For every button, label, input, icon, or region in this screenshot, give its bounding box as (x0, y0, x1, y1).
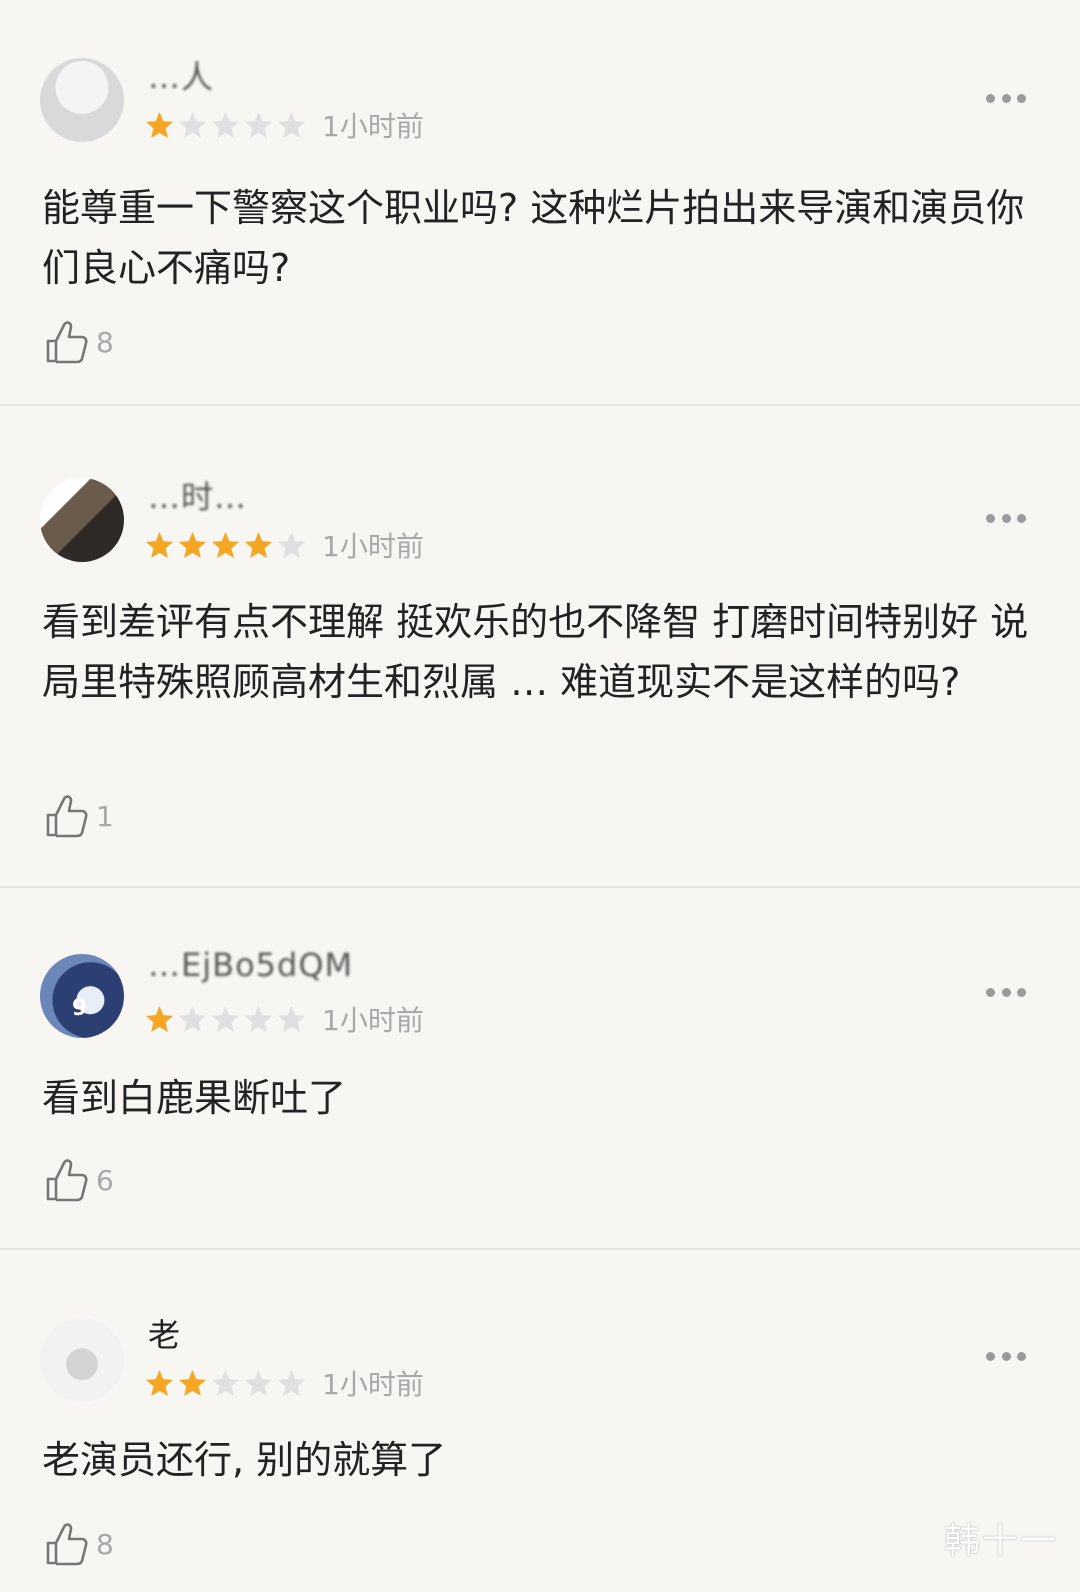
star-empty-icon (244, 1005, 273, 1033)
star-filled-icon (178, 1369, 207, 1397)
more-options-icon[interactable] (986, 986, 1026, 998)
more-options-icon[interactable] (986, 92, 1026, 104)
star-rating (144, 110, 307, 144)
star-empty-icon (211, 1369, 240, 1397)
like-button[interactable]: 6 (44, 1156, 114, 1204)
review-card: …时… 1小时前 看到差评有点不理解 挺欢乐的也不降智 打磨时间特别好 说局里特… (0, 406, 1080, 888)
review-content: 看到差评有点不理解 挺欢乐的也不降智 打磨时间特别好 说局里特殊照顾高材生和烈属… (42, 600, 1029, 704)
star-rating (144, 530, 307, 564)
star-empty-icon (244, 111, 273, 139)
star-empty-icon (211, 111, 240, 139)
star-empty-icon (277, 531, 306, 559)
star-empty-icon (178, 1005, 207, 1033)
star-filled-icon (145, 531, 174, 559)
like-button[interactable]: 8 (44, 318, 114, 366)
like-count: 8 (96, 325, 114, 359)
avatar[interactable]: 9 (40, 954, 124, 1038)
username[interactable]: …人 (148, 52, 214, 98)
star-empty-icon (244, 1369, 273, 1397)
review-content: 能尊重一下警察这个职业吗? 这种烂片拍出来导演和演员你们良心不痛吗? (42, 186, 1025, 290)
star-filled-icon (145, 1369, 174, 1397)
thumbs-up-icon (46, 795, 88, 838)
star-filled-icon (244, 531, 273, 559)
star-empty-icon (178, 111, 207, 139)
review-card: …人 1小时前 能尊重一下警察这个职业吗? 这种烂片拍出来导演和演员你们良心不痛… (0, 0, 1080, 406)
review-content: 看到白鹿果断吐了 (42, 1076, 347, 1120)
star-rating (144, 1004, 307, 1038)
star-empty-icon (277, 1369, 306, 1397)
like-count: 6 (96, 1163, 114, 1197)
timestamp: 1小时前 (322, 110, 424, 143)
star-rating (144, 1368, 307, 1402)
username[interactable]: 老 (148, 1310, 181, 1356)
avatar[interactable] (40, 58, 124, 142)
like-count: 8 (96, 1527, 114, 1561)
more-options-icon[interactable] (986, 512, 1026, 524)
username[interactable]: …时… (148, 472, 247, 518)
star-filled-icon (145, 111, 174, 139)
watermark: 韩十一 (943, 1521, 1058, 1562)
avatar[interactable] (40, 478, 124, 562)
avatar[interactable] (40, 1318, 124, 1402)
thumbs-up-icon (46, 321, 88, 364)
star-filled-icon (178, 531, 207, 559)
review-card: 9 …EjBo5dQM 1小时前 看到白鹿果断吐了 6 (0, 888, 1080, 1250)
username[interactable]: …EjBo5dQM (148, 946, 353, 984)
star-empty-icon (211, 1005, 240, 1033)
review-content: 老演员还行, 别的就算了 (42, 1438, 447, 1482)
thumbs-up-icon (46, 1523, 88, 1566)
star-filled-icon (145, 1005, 174, 1033)
timestamp: 1小时前 (322, 1368, 424, 1401)
like-count: 1 (96, 799, 114, 833)
timestamp: 1小时前 (322, 530, 424, 563)
like-button[interactable]: 1 (44, 792, 114, 840)
star-empty-icon (277, 1005, 306, 1033)
more-options-icon[interactable] (986, 1350, 1026, 1362)
review-card: 老 1小时前 老演员还行, 别的就算了 8 (0, 1250, 1080, 1592)
timestamp: 1小时前 (322, 1004, 424, 1037)
star-empty-icon (277, 111, 306, 139)
thumbs-up-icon (46, 1159, 88, 1202)
star-filled-icon (211, 531, 240, 559)
like-button[interactable]: 8 (44, 1520, 114, 1568)
